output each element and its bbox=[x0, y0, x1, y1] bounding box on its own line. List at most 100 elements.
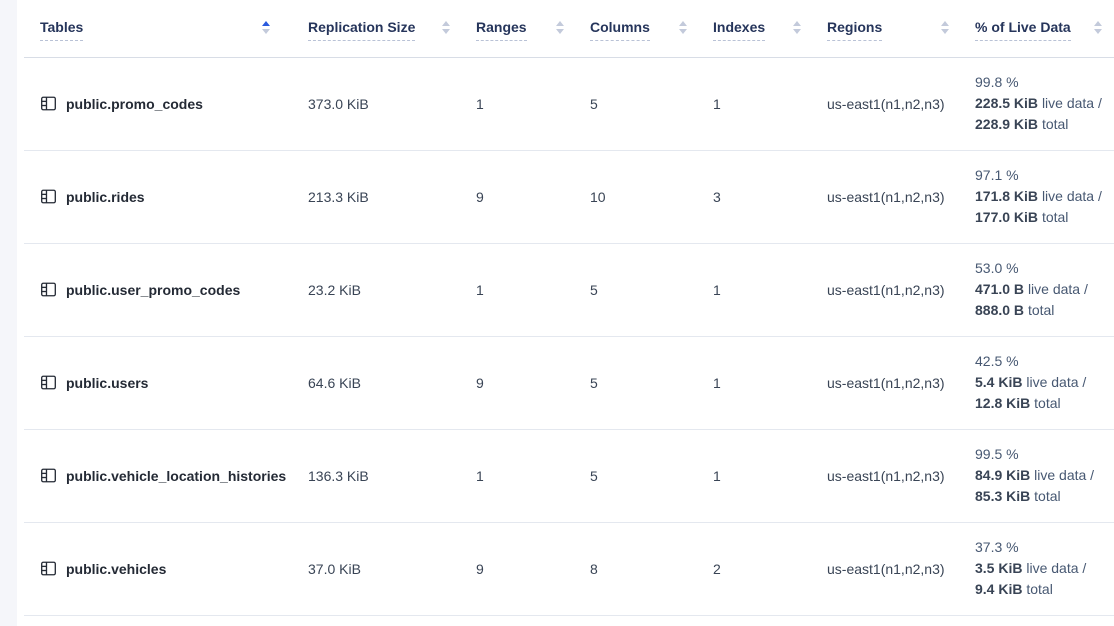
live-data-suffix: live data / bbox=[1034, 467, 1094, 483]
replication-size-cell: 136.3 KiB bbox=[308, 429, 476, 522]
tables-panel: Tables Replication Size RangesColumnsIndex… bbox=[17, 0, 1114, 616]
regions-cell: us-east1(n1,n2,n3) bbox=[827, 243, 975, 336]
total-data-line: 12.8 KiB total bbox=[975, 393, 1114, 414]
indexes-cell: 1 bbox=[713, 336, 827, 429]
column-label-replication-size: Replication Size bbox=[308, 19, 415, 41]
live-percent: 99.5 % bbox=[975, 444, 1114, 465]
column-header-tables[interactable]: Tables bbox=[24, 0, 308, 57]
replication-size-cell: 64.6 KiB bbox=[308, 336, 476, 429]
sort-icon[interactable] bbox=[679, 21, 687, 34]
table-name-link[interactable]: public.vehicle_location_histories bbox=[66, 468, 286, 484]
columns-cell: 8 bbox=[590, 522, 713, 615]
sort-up-arrow-icon bbox=[262, 21, 270, 26]
live-data-line: 3.5 KiB live data / bbox=[975, 558, 1114, 579]
table-name-cell: public.vehicle_location_histories bbox=[24, 429, 308, 522]
page-gutter bbox=[0, 0, 17, 626]
table-icon bbox=[40, 281, 57, 298]
total-data-value: 228.9 KiB bbox=[975, 116, 1038, 132]
live-percent: 97.1 % bbox=[975, 165, 1114, 186]
table-row: public.vehicles37.0 KiB982us-east1(n1,n2… bbox=[24, 522, 1114, 615]
table-row: public.user_promo_codes23.2 KiB151us-eas… bbox=[24, 243, 1114, 336]
total-data-suffix: total bbox=[1034, 395, 1060, 411]
total-data-value: 9.4 KiB bbox=[975, 581, 1022, 597]
sort-icon[interactable] bbox=[1094, 21, 1102, 34]
regions-cell: us-east1(n1,n2,n3) bbox=[827, 522, 975, 615]
column-header-ranges[interactable]: Ranges bbox=[476, 0, 590, 57]
table-name-link[interactable]: public.vehicles bbox=[66, 561, 166, 577]
live-data-value: 84.9 KiB bbox=[975, 467, 1030, 483]
live-data-cell: 99.8 %228.5 KiB live data /228.9 KiB tot… bbox=[975, 57, 1114, 150]
ranges-cell: 1 bbox=[476, 243, 590, 336]
ranges-cell: 1 bbox=[476, 57, 590, 150]
sort-up-arrow-icon bbox=[442, 21, 450, 26]
live-data-line: 84.9 KiB live data / bbox=[975, 465, 1114, 486]
replication-size-cell: 37.0 KiB bbox=[308, 522, 476, 615]
table-row: public.rides213.3 KiB9103us-east1(n1,n2,… bbox=[24, 150, 1114, 243]
ranges-cell: 1 bbox=[476, 429, 590, 522]
table-name-link[interactable]: public.users bbox=[66, 375, 148, 391]
total-data-value: 12.8 KiB bbox=[975, 395, 1030, 411]
sort-down-arrow-icon bbox=[1094, 29, 1102, 34]
indexes-cell: 1 bbox=[713, 429, 827, 522]
live-data-suffix: live data / bbox=[1026, 560, 1086, 576]
sort-down-arrow-icon bbox=[793, 29, 801, 34]
sort-down-arrow-icon bbox=[262, 29, 270, 34]
sort-up-arrow-icon bbox=[793, 21, 801, 26]
ranges-cell: 9 bbox=[476, 336, 590, 429]
sort-icon[interactable] bbox=[556, 21, 564, 34]
column-label-regions: Regions bbox=[827, 19, 882, 41]
sort-up-arrow-icon bbox=[679, 21, 687, 26]
column-header-indexes[interactable]: Indexes bbox=[713, 0, 827, 57]
live-data-line: 171.8 KiB live data / bbox=[975, 186, 1114, 207]
column-header-regions[interactable]: Regions bbox=[827, 0, 975, 57]
columns-cell: 5 bbox=[590, 57, 713, 150]
columns-cell: 5 bbox=[590, 336, 713, 429]
replication-size-cell: 23.2 KiB bbox=[308, 243, 476, 336]
table-body: public.promo_codes373.0 KiB151us-east1(n… bbox=[24, 57, 1114, 615]
table-name-link[interactable]: public.user_promo_codes bbox=[66, 282, 240, 298]
table-name-cell: public.vehicles bbox=[24, 522, 308, 615]
table-row: public.vehicle_location_histories 136.3 K… bbox=[24, 429, 1114, 522]
regions-cell: us-east1(n1,n2,n3) bbox=[827, 429, 975, 522]
total-data-suffix: total bbox=[1042, 209, 1068, 225]
column-label-tables: Tables bbox=[40, 19, 83, 41]
live-percent: 42.5 % bbox=[975, 351, 1114, 372]
table-row: public.promo_codes373.0 KiB151us-east1(n… bbox=[24, 57, 1114, 150]
replication-size-cell: 373.0 KiB bbox=[308, 57, 476, 150]
sort-up-arrow-icon bbox=[941, 21, 949, 26]
sort-down-arrow-icon bbox=[556, 29, 564, 34]
sort-icon[interactable] bbox=[941, 21, 949, 34]
table-icon bbox=[40, 467, 57, 484]
live-data-suffix: live data / bbox=[1026, 374, 1086, 390]
tables-list: Tables Replication Size RangesColumnsIndex… bbox=[24, 0, 1114, 616]
live-data-cell: 99.5 %84.9 KiB live data /85.3 KiB total bbox=[975, 429, 1114, 522]
table-name-link[interactable]: public.rides bbox=[66, 189, 145, 205]
live-data-line: 228.5 KiB live data / bbox=[975, 93, 1114, 114]
indexes-cell: 3 bbox=[713, 150, 827, 243]
column-header-replication-size[interactable]: Replication Size bbox=[308, 0, 476, 57]
table-name-cell: public.promo_codes bbox=[24, 57, 308, 150]
column-header-live-data[interactable]: % of Live Data bbox=[975, 0, 1114, 57]
sort-down-arrow-icon bbox=[442, 29, 450, 34]
live-data-suffix: live data / bbox=[1042, 95, 1102, 111]
table-name-link[interactable]: public.promo_codes bbox=[66, 96, 203, 112]
live-data-cell: 53.0 %471.0 B live data /888.0 B total bbox=[975, 243, 1114, 336]
replication-size-cell: 213.3 KiB bbox=[308, 150, 476, 243]
indexes-cell: 1 bbox=[713, 57, 827, 150]
table-row: public.users64.6 KiB951us-east1(n1,n2,n3… bbox=[24, 336, 1114, 429]
indexes-cell: 2 bbox=[713, 522, 827, 615]
table-icon bbox=[40, 95, 57, 112]
sort-icon[interactable] bbox=[262, 21, 270, 34]
column-header-columns[interactable]: Columns bbox=[590, 0, 713, 57]
table-name-cell: public.users bbox=[24, 336, 308, 429]
table-name-cell: public.user_promo_codes bbox=[24, 243, 308, 336]
live-data-value: 471.0 B bbox=[975, 281, 1024, 297]
total-data-value: 177.0 KiB bbox=[975, 209, 1038, 225]
total-data-line: 85.3 KiB total bbox=[975, 486, 1114, 507]
live-data-suffix: live data / bbox=[1042, 188, 1102, 204]
sort-icon[interactable] bbox=[442, 21, 450, 34]
sort-icon[interactable] bbox=[793, 21, 801, 34]
sort-up-arrow-icon bbox=[1094, 21, 1102, 26]
total-data-suffix: total bbox=[1034, 488, 1060, 504]
ranges-cell: 9 bbox=[476, 150, 590, 243]
